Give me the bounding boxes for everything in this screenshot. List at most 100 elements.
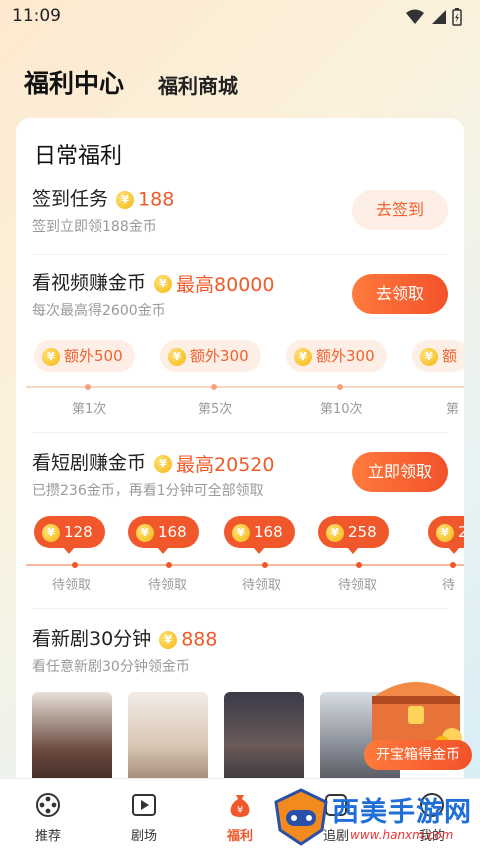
open-chest-button[interactable]: 开宝箱得金币 bbox=[364, 740, 472, 770]
reward-bubble[interactable]: ¥258 bbox=[318, 516, 389, 554]
bubble-amount: 258 bbox=[348, 523, 377, 541]
video-reward: 最高80000 bbox=[176, 274, 275, 296]
coin-icon: ¥ bbox=[168, 347, 186, 366]
drama-reward: 最高20520 bbox=[176, 454, 275, 476]
reward-bubble[interactable]: ¥168 bbox=[224, 516, 295, 554]
timeline-dot bbox=[356, 562, 362, 568]
status-label: 待领取 bbox=[52, 578, 92, 593]
status-label: 待领取 bbox=[148, 578, 188, 593]
signin-button[interactable]: 去签到 bbox=[352, 190, 448, 230]
signin-title-row: 签到任务 ¥188 bbox=[32, 184, 174, 211]
bonus-label: 额外300 bbox=[316, 347, 375, 365]
step-label: 第10次 bbox=[320, 402, 363, 417]
bubble-amount: 2 bbox=[458, 523, 464, 541]
battery-icon bbox=[452, 8, 462, 26]
step-label: 第 bbox=[446, 402, 460, 417]
coin-icon: ¥ bbox=[436, 523, 454, 542]
coin-icon: ¥ bbox=[136, 523, 154, 542]
new-drama-title: 看新剧30分钟 bbox=[32, 628, 152, 650]
coin-icon: ¥ bbox=[326, 523, 344, 542]
nav-recommend[interactable]: 推荐 bbox=[18, 791, 78, 844]
step-label: 第1次 bbox=[72, 402, 107, 417]
video-subtitle: 每次最高得2600金币 bbox=[32, 303, 166, 319]
drama-subtitle: 已攒236金币，再看1分钟可全部领取 bbox=[32, 483, 264, 499]
watermark-text: 西美手游网 bbox=[332, 797, 472, 828]
svg-text:¥: ¥ bbox=[237, 805, 243, 816]
reward-bubble[interactable]: ¥2 bbox=[428, 516, 464, 554]
drama-title: 看短剧赚金币 bbox=[32, 452, 147, 474]
drama-task: 看短剧赚金币 ¥ 最高20520 已攒236金币，再看1分钟可全部领取 立即领取 ¥… bbox=[16, 448, 464, 604]
status-label: 待领取 bbox=[242, 578, 282, 593]
site-watermark: 西美手游网 www.hanxm.com bbox=[272, 786, 480, 852]
video-task: 看视频赚金币 ¥ 最高80000 每次最高得2600金币 去领取 ¥ 额外500 ¥ 额… bbox=[16, 268, 464, 428]
reward-bubble[interactable]: ¥168 bbox=[128, 516, 199, 554]
timeline-dot bbox=[450, 562, 456, 568]
nav-label: 剧场 bbox=[130, 829, 157, 844]
reward-bubble[interactable]: ¥128 bbox=[34, 516, 105, 554]
drama-title-row: 看短剧赚金币 ¥ 最高20520 bbox=[32, 448, 274, 477]
coin-icon: ¥ bbox=[42, 523, 60, 542]
signin-task: 签到任务 ¥188 签到立即领188金币 去签到 bbox=[16, 184, 464, 244]
status-icons bbox=[406, 8, 462, 26]
nav-label: 推荐 bbox=[34, 829, 61, 844]
bonus-pill: ¥ 额外300 bbox=[286, 340, 387, 372]
status-bar: 11:09 bbox=[0, 0, 480, 34]
status-time: 11:09 bbox=[12, 6, 61, 26]
video-title-row: 看视频赚金币 ¥ 最高80000 bbox=[32, 268, 274, 297]
divider bbox=[32, 254, 448, 255]
timeline-dot bbox=[211, 384, 217, 390]
bubble-amount: 128 bbox=[64, 523, 93, 541]
bubble-amount: 168 bbox=[254, 523, 283, 541]
signin-title: 签到任务 bbox=[32, 188, 109, 210]
coin-icon: ¥ bbox=[154, 454, 173, 473]
coin-icon: ¥ bbox=[42, 347, 60, 366]
timeline-dot bbox=[72, 562, 78, 568]
signin-reward: 188 bbox=[138, 188, 175, 211]
bonus-pill: ¥ 额外300 bbox=[160, 340, 261, 372]
play-screen-icon bbox=[132, 794, 156, 816]
coin-icon: ¥ bbox=[232, 523, 250, 542]
signal-icon bbox=[432, 10, 446, 24]
divider bbox=[32, 608, 448, 609]
bubble-amount: 168 bbox=[158, 523, 187, 541]
video-title: 看视频赚金币 bbox=[32, 272, 147, 294]
header-tabs: 福利中心 福利商城 bbox=[0, 60, 480, 108]
coin-icon: ¥ bbox=[294, 347, 312, 366]
money-bag-icon: ¥ bbox=[230, 795, 250, 817]
film-reel-icon bbox=[36, 793, 60, 817]
tab-welfare-mall[interactable]: 福利商城 bbox=[158, 70, 238, 99]
timeline-dot bbox=[337, 384, 343, 390]
new-drama-reward: 888 bbox=[181, 628, 218, 651]
bonus-label: 额 bbox=[442, 347, 458, 365]
coin-icon: ¥ bbox=[159, 630, 178, 649]
nav-label: 福利 bbox=[226, 829, 253, 844]
drama-timeline bbox=[26, 564, 464, 566]
bonus-label: 额外300 bbox=[190, 347, 249, 365]
section-title: 日常福利 bbox=[34, 144, 123, 169]
signin-subtitle: 签到立即领188金币 bbox=[32, 219, 157, 235]
timeline-dot bbox=[262, 562, 268, 568]
new-drama-subtitle: 看任意新剧30分钟领金币 bbox=[32, 659, 190, 675]
bonus-pill: ¥ 额 bbox=[412, 340, 464, 372]
bonus-label: 额外500 bbox=[64, 347, 123, 365]
timeline-dot bbox=[166, 562, 172, 568]
watermark-url: www.hanxm.com bbox=[350, 828, 454, 842]
video-claim-button[interactable]: 去领取 bbox=[352, 274, 448, 314]
video-timeline bbox=[26, 386, 464, 388]
new-drama-title-row: 看新剧30分钟 ¥888 bbox=[32, 624, 217, 651]
step-label: 第5次 bbox=[198, 402, 233, 417]
wifi-icon bbox=[406, 9, 424, 24]
timeline-dot bbox=[85, 384, 91, 390]
coin-icon: ¥ bbox=[116, 190, 135, 209]
coin-icon: ¥ bbox=[420, 347, 438, 366]
tab-welfare-center[interactable]: 福利中心 bbox=[24, 64, 124, 100]
gamepad-shield-icon bbox=[274, 788, 328, 846]
drama-claim-button[interactable]: 立即领取 bbox=[352, 452, 448, 492]
coin-icon: ¥ bbox=[154, 274, 173, 293]
nav-welfare[interactable]: ¥ 福利 bbox=[210, 791, 270, 844]
bonus-pill: ¥ 额外500 bbox=[34, 340, 135, 372]
status-label: 待领取 bbox=[338, 578, 378, 593]
status-label: 待 bbox=[442, 578, 456, 593]
nav-theater[interactable]: 剧场 bbox=[114, 791, 174, 844]
divider bbox=[32, 432, 448, 433]
